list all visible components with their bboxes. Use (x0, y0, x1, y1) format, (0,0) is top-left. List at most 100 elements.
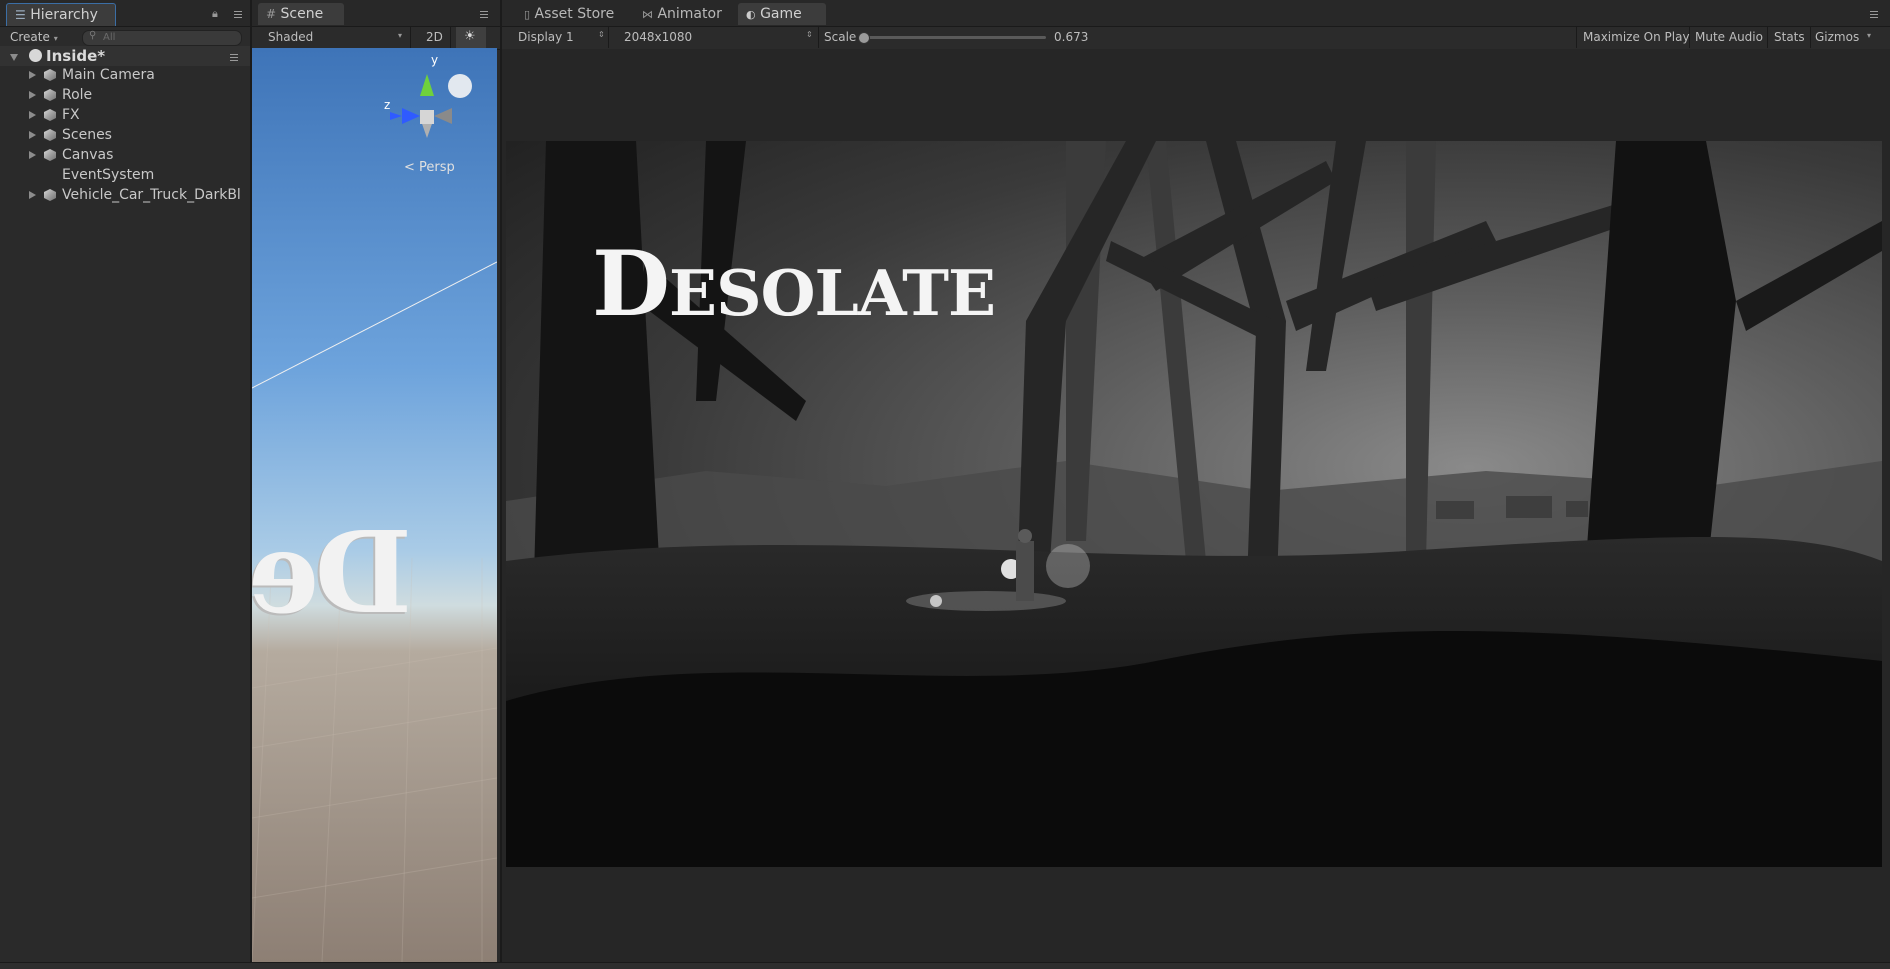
hierarchy-search-input[interactable]: ⚲ All (82, 30, 242, 46)
mode-2d-button[interactable]: 2D (418, 27, 451, 48)
hierarchy-item-label: Canvas (62, 147, 114, 163)
game-render[interactable]: Desolate (506, 141, 1882, 867)
game-panel-menu-icon[interactable] (1868, 9, 1880, 19)
scene-root-row[interactable]: Inside* (0, 46, 250, 66)
expand-arrow-icon[interactable] (29, 111, 36, 119)
hierarchy-item[interactable]: Scenes (0, 125, 250, 145)
tab-asset-store-label: Asset Store (534, 6, 615, 22)
tab-game-label: Game (760, 6, 802, 22)
game-panel: ▯ Asset Store ⋈ Animator ◐ Game Display … (500, 0, 1890, 962)
game-toolbar: Display 1 ⇕ 2048x1080 ⇕ Scale 0.673 Maxi… (502, 27, 1890, 50)
maximize-label: Maximize On Play (1583, 30, 1690, 44)
scale-slider[interactable] (858, 32, 1046, 44)
scene-menu-icon[interactable] (228, 52, 240, 62)
hierarchy-item-label: Role (62, 87, 93, 103)
hierarchy-item[interactable]: Vehicle_Car_Truck_DarkBl (0, 185, 250, 205)
maximize-on-play-toggle[interactable]: Maximize On Play (1576, 27, 1690, 48)
scene-panel-menu-icon[interactable] (478, 9, 490, 19)
scale-slider-thumb[interactable] (858, 32, 870, 44)
chevron-down-icon: ▾ (398, 31, 403, 40)
shading-mode-dropdown[interactable]: Shaded ▾ (252, 27, 411, 48)
expand-arrow-icon[interactable] (29, 151, 36, 159)
grid-icon: # (266, 7, 277, 21)
animator-icon: ⋈ (642, 8, 653, 21)
chevron-down-icon: ▾ (1867, 31, 1872, 40)
scene-panel: # Scene Shaded ▾ 2D ☀ Des (252, 0, 500, 962)
gizmos-dropdown[interactable]: Gizmos ▾ (1811, 27, 1877, 48)
tab-scene[interactable]: # Scene (258, 3, 344, 25)
sun-icon: ☀ (464, 29, 476, 44)
hierarchy-item-label: Scenes (62, 127, 112, 143)
gizmos-label: Gizmos (1815, 30, 1860, 44)
display-dropdown[interactable]: Display 1 ⇕ (502, 27, 609, 48)
hierarchy-item-label: FX (62, 107, 80, 123)
hierarchy-panel: ☰ Hierarchy 🔒︎ Create ▾ ⚲ All Inside* Ma… (0, 0, 252, 962)
gizmo-y-label: y (431, 53, 439, 67)
hierarchy-item[interactable]: FX (0, 105, 250, 125)
expand-arrow-icon[interactable] (29, 131, 36, 139)
gameobject-icon (44, 69, 56, 81)
resolution-label: 2048x1080 (624, 30, 693, 44)
updown-icon: ⇕ (806, 30, 813, 39)
expand-arrow-icon[interactable] (10, 54, 18, 61)
stats-label: Stats (1774, 30, 1805, 44)
create-dropdown[interactable]: Create ▾ (10, 29, 68, 46)
projection-label: Persp (419, 160, 455, 175)
gameobject-icon (44, 129, 56, 141)
chevron-left-icon: < (404, 160, 415, 175)
expand-arrow-icon[interactable] (29, 71, 36, 79)
expand-arrow-icon[interactable] (29, 191, 36, 199)
hierarchy-item[interactable]: Role (0, 85, 250, 105)
display-label: Display 1 (518, 30, 574, 44)
hierarchy-tabbar: ☰ Hierarchy 🔒︎ (0, 0, 250, 27)
hierarchy-item[interactable]: Canvas (0, 145, 250, 165)
stats-toggle[interactable]: Stats (1768, 27, 1811, 48)
orientation-gizmo[interactable] (382, 56, 472, 146)
lighting-toggle[interactable]: ☀ (456, 27, 486, 48)
list-icon: ☰ (15, 8, 26, 22)
tab-animator[interactable]: ⋈ Animator (634, 3, 730, 25)
projection-toggle[interactable]: < Persp (404, 160, 455, 175)
gameobject-icon (44, 89, 56, 101)
hierarchy-item[interactable]: EventSystem (0, 165, 250, 185)
search-placeholder: All (103, 32, 116, 43)
game-viewport-area: Desolate (502, 49, 1890, 962)
hierarchy-item-label: Main Camera (62, 67, 155, 83)
lock-icon[interactable]: 🔒︎ (212, 7, 218, 21)
mute-audio-toggle[interactable]: Mute Audio (1689, 27, 1768, 48)
tab-animator-label: Animator (657, 6, 722, 22)
hierarchy-item-label: EventSystem (62, 167, 155, 183)
scene-tabbar: # Scene (252, 0, 500, 27)
scene-preview-label: Des (252, 508, 412, 639)
tab-game[interactable]: ◐ Game (738, 3, 826, 25)
tab-scene-label: Scene (280, 6, 324, 22)
updown-icon: ⇕ (598, 30, 605, 39)
panel-menu-icon[interactable] (232, 9, 244, 19)
scene-viewport[interactable]: Des y z < Persp (252, 48, 497, 962)
game-tabbar: ▯ Asset Store ⋈ Animator ◐ Game (502, 0, 1890, 27)
hierarchy-item-label: Vehicle_Car_Truck_DarkBl (62, 187, 241, 203)
gizmo-z-label: z (384, 98, 391, 112)
scene-preview-text: Des (252, 508, 412, 639)
gameobject-icon (44, 109, 56, 121)
scene-ground-grid (252, 261, 497, 962)
hierarchy-item[interactable]: Main Camera (0, 65, 250, 85)
mute-label: Mute Audio (1695, 30, 1763, 44)
scale-value: 0.673 (1054, 30, 1089, 44)
game-title-text: Desolate (592, 231, 996, 337)
search-icon: ⚲ (89, 30, 97, 41)
resolution-dropdown[interactable]: 2048x1080 ⇕ (614, 27, 819, 48)
scale-label: Scale (824, 30, 857, 44)
chevron-down-icon: ▾ (53, 34, 58, 43)
bag-icon: ▯ (524, 8, 531, 21)
scene-toolbar: Shaded ▾ 2D ☀ (252, 27, 500, 50)
tab-hierarchy-label: Hierarchy (30, 7, 98, 23)
tab-asset-store[interactable]: ▯ Asset Store (516, 3, 622, 25)
tab-hierarchy[interactable]: ☰ Hierarchy (6, 3, 116, 26)
create-label: Create (10, 30, 50, 44)
pacman-icon: ◐ (746, 8, 756, 21)
scene-root-label: Inside* (46, 47, 106, 65)
mode-2d-label: 2D (426, 30, 443, 44)
expand-arrow-icon[interactable] (29, 91, 36, 99)
unity-scene-icon (29, 49, 42, 62)
